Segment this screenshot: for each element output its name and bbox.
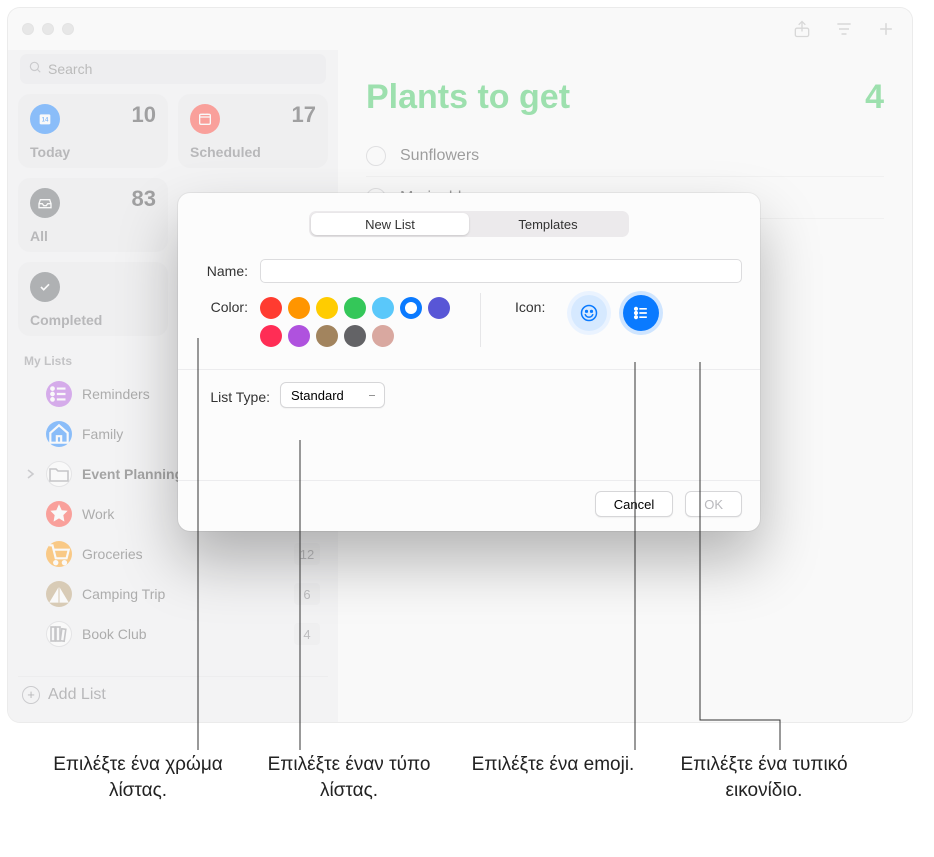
list-item-count: 12 [294, 543, 320, 565]
books-icon [46, 621, 72, 647]
list-type-value: Standard [291, 388, 344, 403]
card-scheduled-count: 17 [292, 102, 316, 128]
list-item-label: Groceries [82, 546, 284, 562]
card-all-count: 83 [132, 186, 156, 212]
svg-text:14: 14 [42, 118, 49, 124]
list-type-select[interactable]: Standard [280, 382, 385, 408]
color-swatch[interactable] [260, 325, 282, 347]
sidebar-list-item[interactable]: Camping Trip 6 [18, 574, 328, 614]
minimize-window-button[interactable] [42, 23, 54, 35]
tray-icon [30, 188, 60, 218]
star-icon [46, 501, 72, 527]
name-input[interactable] [260, 259, 742, 283]
chevron-right-icon [26, 469, 36, 479]
cart-icon [46, 541, 72, 567]
color-swatch[interactable] [400, 297, 422, 319]
card-today[interactable]: 14 10 Today [18, 94, 168, 168]
tab-new-list[interactable]: New List [311, 213, 469, 235]
list-title: Plants to get [366, 78, 570, 117]
window-controls [22, 23, 74, 35]
search-icon [28, 60, 42, 79]
color-swatch[interactable] [372, 297, 394, 319]
reminder-item[interactable]: Sunflowers [366, 135, 884, 177]
card-all[interactable]: 83 All [18, 178, 168, 252]
color-swatch[interactable] [316, 325, 338, 347]
zoom-window-button[interactable] [62, 23, 74, 35]
sidebar-list-item[interactable]: Book Club 4 [18, 614, 328, 654]
house-icon [46, 421, 72, 447]
color-swatch[interactable] [288, 325, 310, 347]
divider [480, 293, 481, 347]
color-swatches [260, 295, 450, 347]
sidebar-list-item[interactable]: Groceries 12 [18, 534, 328, 574]
add-icon[interactable] [876, 19, 896, 39]
color-swatch[interactable] [372, 325, 394, 347]
titlebar [8, 8, 912, 50]
callout-color: Επιλέξτε ένα χρώμα λίστας. [48, 752, 228, 803]
list-item-label: Book Club [82, 626, 284, 642]
color-swatch[interactable] [344, 325, 366, 347]
card-scheduled-label: Scheduled [190, 144, 261, 160]
sheet-tabs: New List Templates [309, 211, 629, 237]
card-scheduled[interactable]: 17 Scheduled [178, 94, 328, 168]
icon-label: Icon: [515, 295, 545, 315]
close-window-button[interactable] [22, 23, 34, 35]
cancel-button[interactable]: Cancel [595, 491, 673, 517]
callout-icon: Επιλέξτε ένα τυπικό εικονίδιο. [654, 752, 874, 803]
list-item-count: 4 [294, 623, 320, 645]
reminder-checkbox[interactable] [366, 146, 386, 166]
list-type-label: List Type: [196, 385, 270, 405]
card-today-count: 10 [132, 102, 156, 128]
list-count: 4 [865, 78, 884, 117]
color-swatch[interactable] [344, 297, 366, 319]
ok-button[interactable]: OK [685, 491, 742, 517]
card-completed[interactable]: Completed [18, 262, 168, 336]
color-label: Color: [196, 295, 248, 315]
search-input[interactable] [48, 61, 318, 77]
list-icon [46, 381, 72, 407]
card-today-label: Today [30, 144, 70, 160]
add-list-button[interactable]: + Add List [18, 676, 328, 712]
color-swatch[interactable] [316, 297, 338, 319]
search-field[interactable] [20, 54, 326, 84]
add-list-label: Add List [48, 686, 106, 704]
name-label: Name: [196, 259, 248, 279]
emoji-picker-button[interactable] [571, 295, 607, 331]
sort-icon[interactable] [834, 19, 854, 39]
list-item-label: Camping Trip [82, 586, 284, 602]
tent-icon [46, 581, 72, 607]
calendar-icon [190, 104, 220, 134]
card-completed-label: Completed [30, 312, 102, 328]
color-swatch[interactable] [428, 297, 450, 319]
color-swatch[interactable] [260, 297, 282, 319]
callouts: Επιλέξτε ένα χρώμα λίστας. Επιλέξτε έναν… [0, 752, 934, 803]
color-swatch[interactable] [288, 297, 310, 319]
new-list-sheet: New List Templates Name: Color: Icon: [178, 193, 760, 531]
folder-icon [46, 461, 72, 487]
list-item-count: 6 [294, 583, 320, 605]
callout-list-type: Επιλέξτε έναν τύπο λίστας. [254, 752, 444, 803]
callout-emoji: Επιλέξτε ένα emoji. [458, 752, 648, 803]
checkmark-icon [30, 272, 60, 302]
share-icon[interactable] [792, 19, 812, 39]
plus-circle-icon: + [22, 686, 40, 704]
card-all-label: All [30, 228, 48, 244]
reminder-title: Sunflowers [400, 147, 479, 165]
icon-picker-button[interactable] [623, 295, 659, 331]
calendar-today-icon: 14 [30, 104, 60, 134]
tab-templates[interactable]: Templates [469, 213, 627, 235]
